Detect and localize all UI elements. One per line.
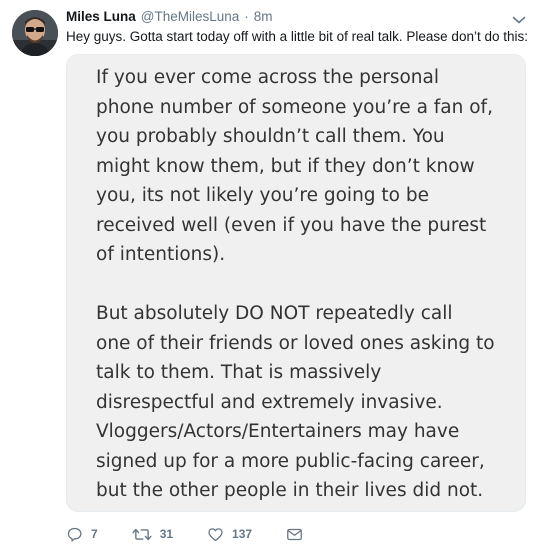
- reply-icon: [66, 526, 83, 543]
- direct-message-button[interactable]: [286, 527, 303, 542]
- tweet-timestamp[interactable]: 8m: [254, 9, 273, 24]
- retweet-button[interactable]: 31: [132, 526, 173, 543]
- note-paragraph: But absolutely DO NOT repeatedly call on…: [96, 303, 495, 501]
- tweet-header: Miles Luna @TheMilesLuna · 8m: [66, 9, 500, 27]
- heart-icon: [207, 526, 224, 543]
- retweet-count: 31: [159, 527, 174, 541]
- avatar[interactable]: [12, 10, 58, 56]
- like-button[interactable]: 137: [207, 526, 252, 543]
- notes-screenshot-text: If you ever come across the personal pho…: [96, 63, 516, 506]
- like-count: 137: [232, 527, 253, 541]
- tweet-text: Hey guys. Gotta start today off with a l…: [66, 29, 528, 44]
- reply-count: 7: [91, 527, 98, 541]
- note-paragraph: If you ever come across the personal pho…: [96, 67, 493, 265]
- author-handle[interactable]: @TheMilesLuna: [141, 9, 240, 24]
- header-separator: ·: [244, 9, 249, 24]
- retweet-icon: [132, 526, 152, 543]
- chevron-down-icon[interactable]: [512, 12, 526, 24]
- tweet-media-image[interactable]: If you ever come across the personal pho…: [66, 54, 526, 512]
- author-name[interactable]: Miles Luna: [66, 9, 136, 24]
- tweet-actions: 7 31 137: [66, 524, 337, 544]
- reply-button[interactable]: 7: [66, 526, 98, 543]
- tweet[interactable]: Miles Luna @TheMilesLuna · 8m Hey guys. …: [0, 0, 540, 552]
- envelope-icon: [286, 527, 303, 542]
